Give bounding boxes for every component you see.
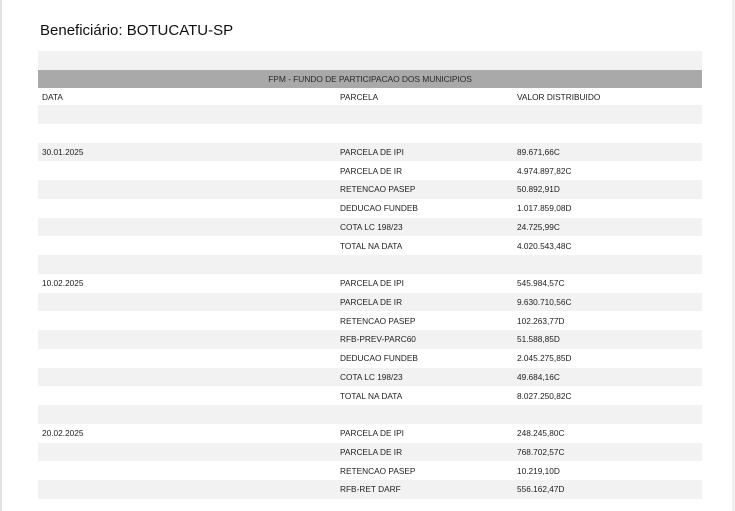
row-value: 4.020.543,48C — [517, 240, 572, 251]
page-title: Beneficiário: BOTUCATU-SP — [40, 22, 234, 39]
table-row: DEDUCAO FUNDEB 1.017.859,08D — [38, 199, 702, 218]
table-row: TOTAL NA DATA 8.027.250,82C — [38, 386, 702, 405]
row-value: 89.671,66C — [517, 146, 560, 157]
row-value: 50.892,91D — [517, 184, 560, 195]
row-value: 51.588,85D — [517, 334, 560, 345]
report-rows: 30.01.2025 PARCELA DE IPI 89.671,66C PARCEL… — [38, 105, 702, 499]
table-row: TOTAL NA DATA 4.020.543,48C — [38, 236, 702, 255]
row-value: 545.984,57C — [517, 278, 565, 289]
row-value: 10.219,10D — [517, 465, 560, 476]
table-row: 30.01.2025 PARCELA DE IPI 89.671,66C — [38, 142, 702, 162]
row-value: 1.017.859,08D — [517, 203, 572, 214]
row-value: 768.702,57C — [517, 446, 565, 457]
row-value: 102.263,77D — [517, 315, 565, 326]
row-parcel: PARCELA DE IPI — [340, 278, 404, 289]
column-header-value: VALOR DISTRIBUIDO — [517, 91, 601, 102]
report-top-band — [38, 51, 702, 70]
row-value: 556.162,47D — [517, 484, 565, 495]
table-row: RFB-PREV-PARC60 51.588,85D — [38, 330, 702, 349]
row-parcel: PARCELA DE IR — [340, 296, 403, 307]
row-parcel: RFB-PREV-PARC60 — [340, 334, 416, 345]
row-value: 2.045.275,85D — [517, 353, 572, 364]
table-row: RETENCAO PASEP 10.219,10D — [38, 461, 702, 480]
row-parcel: PARCELA DE IR — [340, 446, 403, 457]
row-parcel: COTA LC 198/23 — [340, 221, 403, 232]
table-row — [38, 105, 702, 124]
table-row: RETENCAO PASEP 50.892,91D — [38, 180, 702, 199]
row-parcel: DEDUCAO FUNDEB — [340, 203, 418, 214]
table-row: 10.02.2025 PARCELA DE IPI 545.984,57C — [38, 274, 702, 293]
table-row: PARCELA DE IR 4.974.897,82C — [38, 161, 702, 180]
table-row: RETENCAO PASEP 102.263,77D — [38, 311, 702, 330]
report-title: FPM - FUNDO DE PARTICIPACAO DOS MUNICIPI… — [38, 70, 702, 88]
row-parcel: RETENCAO PASEP — [340, 184, 416, 195]
distribution-report: FPM - FUNDO DE PARTICIPACAO DOS MUNICIPI… — [38, 51, 702, 499]
table-row: COTA LC 198/23 49.684,16C — [38, 367, 702, 387]
table-row: PARCELA DE IR 9.630.710,56C — [38, 292, 702, 312]
table-row — [38, 255, 702, 274]
table-row: 20.02.2025 PARCELA DE IPI 248.245,80C — [38, 424, 702, 443]
table-row: DEDUCAO FUNDEB 2.045.275,85D — [38, 349, 702, 368]
row-parcel: PARCELA DE IPI — [340, 428, 404, 439]
row-parcel: TOTAL NA DATA — [340, 240, 403, 251]
table-row — [38, 124, 702, 143]
row-value: 248.245,80C — [517, 428, 565, 439]
left-border — [0, 0, 2, 511]
table-row: PARCELA DE IR 768.702,57C — [38, 442, 702, 462]
row-value: 24.725,99C — [517, 221, 560, 232]
row-date: 20.02.2025 — [42, 428, 84, 439]
table-row: COTA LC 198/23 24.725,99C — [38, 217, 702, 237]
row-parcel: TOTAL NA DATA — [340, 390, 403, 401]
row-parcel: RETENCAO PASEP — [340, 315, 416, 326]
row-parcel: COTA LC 198/23 — [340, 371, 403, 382]
row-parcel: PARCELA DE IR — [340, 165, 403, 176]
column-header-date: DATA — [42, 91, 63, 102]
row-parcel: PARCELA DE IPI — [340, 146, 404, 157]
table-row: RFB-RET DARF 556.162,47D — [38, 480, 702, 499]
column-header-row: DATA PARCELA VALOR DISTRIBUIDO — [38, 88, 702, 105]
row-parcel: DEDUCAO FUNDEB — [340, 353, 418, 364]
row-date: 30.01.2025 — [42, 146, 84, 157]
column-header-parcel: PARCELA — [340, 91, 379, 102]
row-date: 10.02.2025 — [42, 278, 84, 289]
row-value: 9.630.710,56C — [517, 296, 572, 307]
row-value: 49.684,16C — [517, 371, 560, 382]
row-value: 4.974.897,82C — [517, 165, 572, 176]
row-parcel: RETENCAO PASEP — [340, 465, 416, 476]
table-row — [38, 405, 702, 424]
row-parcel: RFB-RET DARF — [340, 484, 401, 495]
row-value: 8.027.250,82C — [517, 390, 572, 401]
